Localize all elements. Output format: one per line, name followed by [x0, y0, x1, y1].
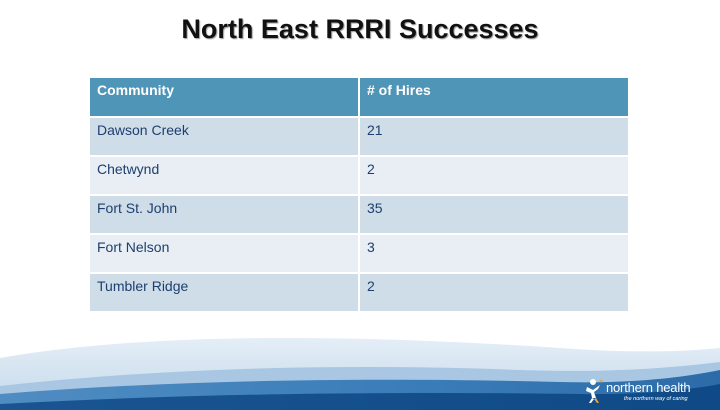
column-header-hires: # of Hires [358, 76, 630, 118]
cell-hires: 2 [358, 272, 630, 313]
cell-hires: 21 [358, 116, 630, 157]
cell-community: Tumbler Ridge [88, 272, 360, 313]
cell-community: Fort Nelson [88, 233, 360, 274]
cell-community: Chetwynd [88, 155, 360, 196]
hires-table: Community # of Hires Dawson Creek 21 Che… [88, 76, 630, 313]
column-header-community: Community [88, 76, 360, 118]
table-row: Fort Nelson 3 [88, 233, 630, 274]
northern-health-logo: northern health the northern way of cari… [584, 378, 714, 406]
cell-community: Dawson Creek [88, 116, 360, 157]
brand-tagline: the northern way of caring [624, 396, 688, 402]
slide-title: North East RRRI Successes [181, 14, 539, 44]
table-header-row: Community # of Hires [88, 76, 630, 118]
table-row: Tumbler Ridge 2 [88, 272, 630, 313]
person-figure-icon [586, 379, 603, 403]
cell-hires: 35 [358, 194, 630, 235]
table-row: Dawson Creek 21 [88, 116, 630, 157]
table-row: Fort St. John 35 [88, 194, 630, 235]
cell-hires: 2 [358, 155, 630, 196]
cell-community: Fort St. John [88, 194, 360, 235]
table-row: Chetwynd 2 [88, 155, 630, 196]
brand-name: northern health [606, 380, 691, 395]
cell-hires: 3 [358, 233, 630, 274]
